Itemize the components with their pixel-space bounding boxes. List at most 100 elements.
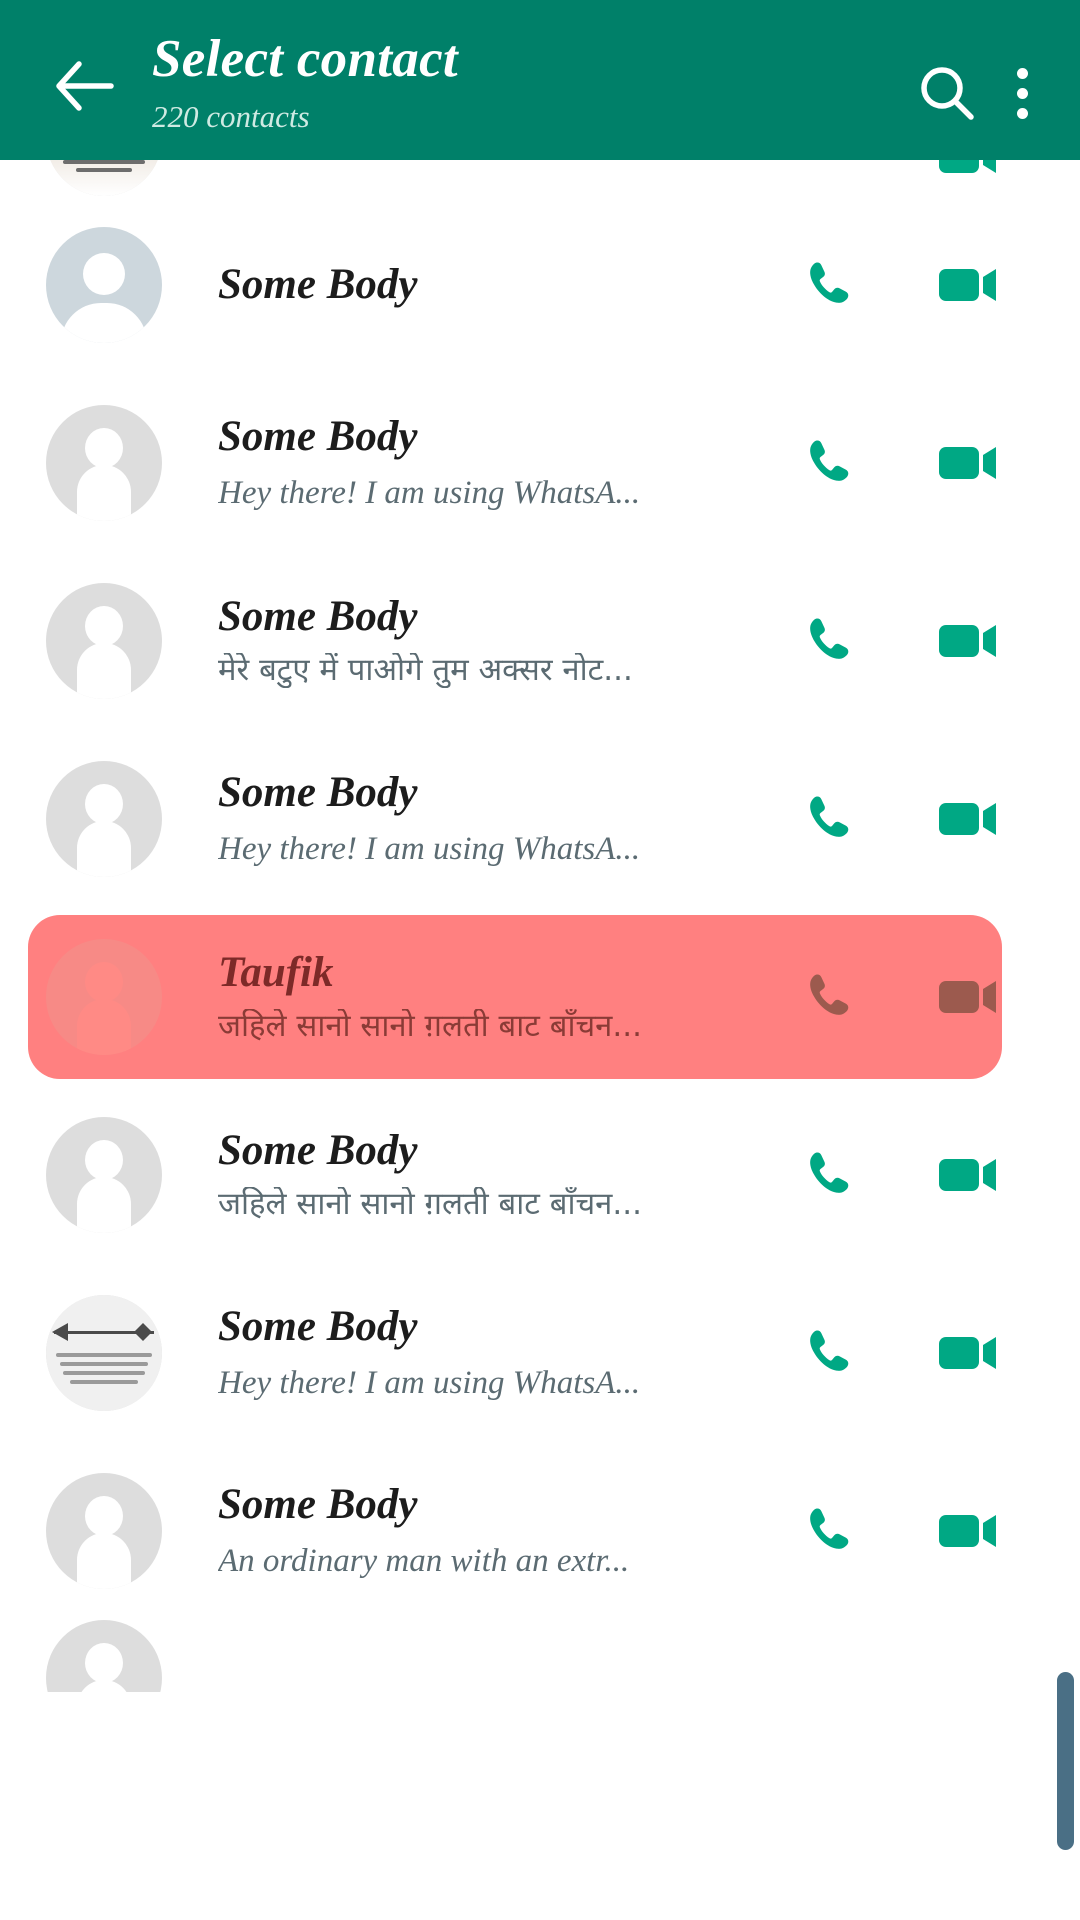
contacts-count: 220 contacts <box>152 99 310 135</box>
row-actions <box>790 246 1080 324</box>
list-item[interactable]: Some Body Hey there! I am using WhatsA..… <box>0 1264 1080 1442</box>
person-icon <box>46 1620 162 1692</box>
contact-name: Some Body <box>218 594 418 641</box>
video-camera-icon <box>938 1509 1000 1553</box>
contact-status: Hey there! I am using WhatsA... <box>218 831 641 868</box>
video-camera-icon <box>938 1153 1000 1197</box>
avatar <box>46 583 162 699</box>
voice-call-button[interactable] <box>790 1136 868 1214</box>
video-call-button[interactable] <box>930 1314 1008 1392</box>
contact-status: Hey there! I am using WhatsA... <box>218 1365 641 1402</box>
video-camera-icon <box>938 263 1000 307</box>
person-icon <box>46 1473 162 1589</box>
phone-icon <box>801 435 857 491</box>
video-call-button[interactable] <box>930 958 1008 1036</box>
search-button[interactable] <box>904 50 990 136</box>
row-actions <box>790 958 1080 1036</box>
contact-name: Some Body <box>218 1303 418 1350</box>
video-camera-icon <box>938 797 1000 841</box>
video-camera-icon <box>938 160 1000 179</box>
select-contact-screen: Select contact 220 contacts Some Body So… <box>0 0 1080 1920</box>
list-item[interactable] <box>0 1620 1080 1692</box>
person-icon <box>46 1117 162 1233</box>
contact-text: Some Body Hey there! I am using WhatsA..… <box>162 414 790 512</box>
video-call-button[interactable] <box>930 602 1008 680</box>
contact-text: Some Body Hey there! I am using WhatsA..… <box>162 1304 790 1402</box>
list-item[interactable]: Some Body <box>0 196 1080 374</box>
vertical-scrollbar[interactable] <box>1057 1672 1074 1850</box>
avatar <box>46 761 162 877</box>
back-button[interactable] <box>44 44 128 128</box>
person-icon <box>46 583 162 699</box>
avatar <box>46 1117 162 1233</box>
phone-icon <box>801 969 857 1025</box>
contact-status: An ordinary man with an extr... <box>218 1543 630 1580</box>
contact-name: Some Body <box>218 261 418 308</box>
contact-name: Some Body <box>218 769 418 816</box>
phone-icon <box>801 1325 857 1381</box>
contact-status: जहिले सानो सानो ग़लती बाट बाँचन... <box>218 1186 642 1222</box>
arrow-left-icon <box>55 60 117 112</box>
contact-status: मेरे बटुए में पाओगे तुम अक्सर नोट... <box>218 652 633 688</box>
row-actions <box>790 780 1080 858</box>
overflow-menu-icon <box>1016 67 1028 119</box>
app-header: Select contact 220 contacts <box>0 0 1080 160</box>
contact-name: Some Body <box>218 413 418 460</box>
video-call-button[interactable] <box>930 246 1008 324</box>
row-actions <box>790 1136 1080 1214</box>
video-camera-icon <box>938 619 1000 663</box>
avatar <box>46 1295 162 1411</box>
contact-list[interactable]: Some Body Some Body Hey there! I am usin… <box>0 160 1080 1920</box>
row-actions <box>930 160 1080 196</box>
row-actions <box>790 424 1080 502</box>
avatar <box>46 939 162 1055</box>
video-call-button[interactable] <box>930 1136 1008 1214</box>
contact-status: Hey there! I am using WhatsA... <box>218 475 641 512</box>
contact-text: Some Body Hey there! I am using WhatsA..… <box>162 770 790 868</box>
phone-icon <box>801 1503 857 1559</box>
voice-call-button[interactable] <box>790 424 868 502</box>
voice-call-button[interactable] <box>790 958 868 1036</box>
avatar-photo <box>46 160 162 196</box>
video-call-button[interactable] <box>930 1492 1008 1570</box>
voice-call-button[interactable] <box>790 1314 868 1392</box>
video-call-button[interactable] <box>930 160 1008 196</box>
list-item-selected[interactable]: Taufik जहिले सानो सानो ग़लती बाट बाँचन..… <box>0 908 1080 1086</box>
list-item[interactable]: Some Body Hey there! I am using WhatsA..… <box>0 374 1080 552</box>
overflow-menu-button[interactable] <box>990 50 1054 136</box>
contact-text: Some Body <box>162 262 790 308</box>
phone-icon <box>801 791 857 847</box>
contact-text: Some Body An ordinary man with an extr..… <box>162 1482 790 1580</box>
list-item[interactable]: Some Body जहिले सानो सानो ग़लती बाट बाँच… <box>0 1086 1080 1264</box>
header-title-group: Select contact 220 contacts <box>152 22 904 134</box>
person-icon <box>46 761 162 877</box>
list-item[interactable]: Some Body मेरे बटुए में पाओगे तुम अक्सर … <box>0 552 1080 730</box>
header-actions <box>904 50 1054 136</box>
contact-name: Taufik <box>218 950 334 997</box>
person-icon <box>46 939 162 1055</box>
avatar <box>46 405 162 521</box>
video-camera-icon <box>938 441 1000 485</box>
voice-call-button[interactable] <box>790 246 868 324</box>
video-call-button[interactable] <box>930 424 1008 502</box>
row-actions <box>790 1492 1080 1570</box>
avatar <box>46 1620 162 1692</box>
video-camera-icon <box>938 975 1000 1019</box>
contact-name: Some Body <box>218 1481 418 1528</box>
page-title: Select contact <box>152 30 458 88</box>
avatar-photo <box>46 1295 162 1411</box>
contact-text: Some Body मेरे बटुए में पाओगे तुम अक्सर … <box>162 594 790 687</box>
voice-call-button[interactable] <box>790 1492 868 1570</box>
row-actions <box>790 1314 1080 1392</box>
list-item[interactable]: Some Body An ordinary man with an extr..… <box>0 1442 1080 1620</box>
row-actions <box>790 602 1080 680</box>
contact-status: जहिले सानो सानो ग़लती बाट बाँचन... <box>218 1008 642 1044</box>
list-item[interactable] <box>0 160 1080 196</box>
avatar <box>46 160 162 196</box>
avatar <box>46 227 162 343</box>
video-call-button[interactable] <box>930 780 1008 858</box>
avatar <box>46 1473 162 1589</box>
list-item[interactable]: Some Body Hey there! I am using WhatsA..… <box>0 730 1080 908</box>
voice-call-button[interactable] <box>790 602 868 680</box>
voice-call-button[interactable] <box>790 780 868 858</box>
